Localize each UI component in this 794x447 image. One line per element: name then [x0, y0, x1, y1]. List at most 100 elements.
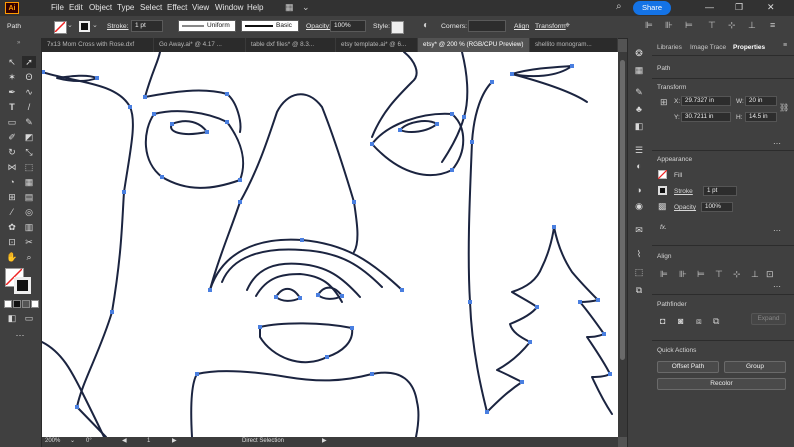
gradient-panel-icon[interactable]: ◐ [632, 160, 646, 172]
stroke-dropdown-icon[interactable]: ⌄ [92, 21, 98, 29]
stroke-swatch[interactable] [79, 21, 90, 32]
brush-definition[interactable]: Basic [241, 20, 299, 32]
shape-builder-icon[interactable]: ◔ [5, 176, 19, 188]
align-top-icon[interactable]: ⊤ [715, 269, 723, 280]
stroke-label[interactable]: Stroke [674, 188, 693, 195]
menu-object[interactable]: Object [89, 3, 112, 12]
pen-tool-icon[interactable]: ✒ [5, 86, 19, 98]
menu-view[interactable]: View [192, 3, 209, 12]
menu-file[interactable]: File [51, 3, 64, 12]
rotation-value[interactable]: 0° [86, 438, 92, 444]
w-field[interactable]: 20 in [745, 96, 777, 106]
blend-tool-icon[interactable]: ◎ [22, 206, 36, 218]
scrollbar-thumb[interactable] [620, 60, 625, 360]
artboard-canvas[interactable] [42, 52, 618, 437]
magic-wand-icon[interactable]: ✶ [5, 71, 19, 83]
y-field[interactable]: 30.7211 in [681, 112, 731, 122]
close-icon[interactable]: ✕ [767, 2, 775, 13]
symbol-sprayer-icon[interactable]: ✿ [5, 221, 19, 233]
status-dropdown-icon[interactable]: ▶ [322, 437, 327, 444]
tab-image-trace[interactable]: Image Trace [690, 44, 726, 51]
mesh-tool-icon[interactable]: ⊞ [5, 191, 19, 203]
align-center-icon[interactable]: ⊪ [665, 20, 673, 31]
artboard-tool-icon[interactable]: ⊡ [5, 236, 19, 248]
h-field[interactable]: 14.5 in [745, 112, 777, 122]
stroke-label[interactable]: Stroke: [107, 23, 129, 30]
align-to-icon[interactable]: ⊡ [766, 269, 774, 280]
fx-icon[interactable]: fx. [660, 224, 667, 231]
zoom-tool-icon[interactable]: ⌕ [22, 251, 36, 263]
appearance-stroke-field[interactable]: 1 pt [703, 186, 737, 196]
scale-tool-icon[interactable]: ⤡ [22, 146, 36, 158]
eraser-icon[interactable]: ◩ [22, 131, 36, 143]
tab-document-active[interactable]: etsy* @ 200 % (RGB/CPU Preview) [418, 38, 530, 52]
minimize-icon[interactable]: — [705, 2, 714, 12]
align-vcenter-icon[interactable]: ⊹ [733, 269, 741, 280]
fill-swatch[interactable] [54, 21, 67, 34]
edit-toolbar-icon[interactable]: ⋯ [13, 329, 27, 341]
opacity-field[interactable]: 100% [330, 20, 366, 32]
align-left-icon[interactable]: ⊫ [645, 20, 653, 31]
perspective-grid-icon[interactable]: ▦ [22, 176, 36, 188]
hand-tool-icon[interactable]: ✋ [5, 251, 19, 263]
prev-artboard-icon[interactable]: ◀ [122, 437, 127, 444]
menu-help[interactable]: Help [247, 3, 263, 12]
minus-front-icon[interactable]: ◙ [678, 316, 683, 326]
next-artboard-icon[interactable]: ▶ [172, 437, 177, 444]
collapse-icon[interactable]: » [17, 40, 20, 46]
free-transform-icon[interactable]: ⬚ [22, 161, 36, 173]
group-button[interactable]: Group [724, 361, 786, 373]
symbols-icon[interactable]: ♣ [632, 103, 646, 115]
slice-tool-icon[interactable]: ✂ [22, 236, 36, 248]
align-right-icon[interactable]: ⊨ [697, 269, 705, 280]
tab-document[interactable]: Go Away.ai* @ 4.17 ... [154, 38, 246, 52]
swatches-icon[interactable]: ▦ [632, 64, 646, 76]
tab-libraries[interactable]: Libraries [657, 44, 682, 51]
graphic-styles-icon[interactable]: ◧ [632, 120, 646, 132]
draw-mode-icon[interactable]: ◧ [5, 312, 19, 324]
stroke-weight-field[interactable]: 1 pt [131, 20, 163, 32]
transform-label[interactable]: Transform [535, 23, 566, 30]
align-hcenter-icon[interactable]: ⊪ [679, 269, 687, 280]
recolor-icon[interactable]: ◐ [423, 20, 429, 31]
menu-edit[interactable]: Edit [69, 3, 83, 12]
menu-effect[interactable]: Effect [167, 3, 187, 12]
align-middle-icon[interactable]: ⊹ [728, 20, 736, 31]
arrange-icon[interactable]: ⌄ [302, 2, 310, 13]
appearance-stroke-swatch[interactable] [658, 186, 667, 195]
reference-point-icon[interactable]: ⊞ [660, 97, 668, 108]
eyedropper-icon[interactable]: ⁄ [5, 206, 19, 218]
tab-document[interactable]: 7x13 Mom Cross with Rose.dxf [42, 38, 154, 52]
selection-tool-icon[interactable]: ↖ [5, 56, 19, 68]
none-icon[interactable] [31, 300, 39, 308]
opacity-label[interactable]: Opacity [674, 204, 696, 211]
expand-button[interactable]: Expand [751, 313, 786, 325]
tab-properties[interactable]: Properties [733, 44, 765, 51]
constrain-proportions-icon[interactable]: ⛓ [779, 103, 789, 112]
align-left-icon[interactable]: ⊫ [660, 269, 668, 280]
menu-type[interactable]: Type [117, 3, 134, 12]
color-icon[interactable] [13, 300, 21, 308]
menu-select[interactable]: Select [140, 3, 162, 12]
zoom-level[interactable]: 200% [45, 438, 60, 444]
stroke-panel-icon[interactable]: ☰ [632, 144, 646, 156]
comments-icon[interactable]: ✉ [632, 224, 646, 236]
direct-selection-tool-icon[interactable]: ➚ [22, 56, 36, 68]
paintbrush-icon[interactable]: ✎ [22, 116, 36, 128]
fill-dropdown-icon[interactable]: ⌄ [67, 21, 73, 29]
rectangle-tool-icon[interactable]: ▭ [5, 116, 19, 128]
appearance-opacity-field[interactable]: 100% [701, 202, 733, 212]
screen-mode-icon[interactable]: ▭ [22, 312, 36, 324]
artboard-number[interactable]: 1 [147, 438, 150, 444]
maximize-icon[interactable]: ❐ [735, 2, 743, 13]
gradient-tool-icon[interactable]: ▤ [22, 191, 36, 203]
more-options-icon[interactable]: ⋯ [773, 139, 781, 148]
align-label[interactable]: Align [514, 23, 529, 30]
exclude-icon[interactable]: ⧉ [713, 316, 719, 327]
variable-width-profile[interactable]: Uniform [178, 20, 236, 32]
search-icon[interactable]: ⌕ [616, 1, 622, 12]
zoom-dropdown-icon[interactable]: ⌄ [70, 437, 75, 444]
align-bottom-icon[interactable]: ⊥ [748, 20, 756, 31]
unite-icon[interactable]: ◘ [660, 316, 665, 326]
appearance-panel-icon[interactable]: ◉ [632, 200, 646, 212]
